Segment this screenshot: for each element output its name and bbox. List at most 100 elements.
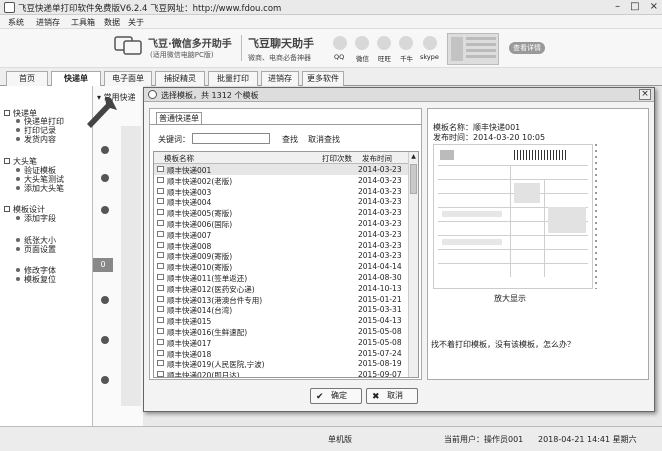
- row-publish-date: 2014-03-23: [358, 251, 402, 261]
- row-publish-date: 2015-07-24: [358, 348, 402, 358]
- qianniu-label: 千牛: [400, 55, 413, 63]
- minimize-icon[interactable]: –: [615, 1, 620, 12]
- tab-more-software[interactable]: 更多软件: [302, 71, 344, 86]
- sidebar-item-reset-template[interactable]: 模板复位: [24, 274, 56, 285]
- keyword-input[interactable]: [192, 133, 270, 144]
- promo2-title[interactable]: 飞豆聊天助手: [248, 35, 314, 51]
- menu-toolbox[interactable]: 工具箱: [71, 17, 95, 28]
- template-file-icon: [157, 338, 164, 345]
- barcode-icon: [514, 150, 566, 160]
- tree-toggle-icon[interactable]: [4, 206, 10, 212]
- row-publish-date: 2014-08-30: [358, 273, 402, 282]
- tab-home[interactable]: 首页: [6, 71, 48, 86]
- table-row[interactable]: 顺丰快递007 2014-03-23: [154, 229, 408, 240]
- row-publish-date: 2015-08-19: [358, 359, 402, 369]
- check-icon: ✔: [316, 392, 324, 402]
- sidebar-item-add-field[interactable]: 添加字段: [24, 213, 56, 224]
- tab-inventory[interactable]: 进销存: [261, 71, 299, 86]
- column-print-count[interactable]: 打印次数: [322, 153, 352, 164]
- sidebar: 快递单 快递单打印 打印记录 发货内容 大头笔 验证模板 大头笔测试 添加大头笔…: [0, 86, 93, 426]
- template-preview-strip: ▾ 常用快递 0: [93, 86, 143, 426]
- template-file-icon: [157, 263, 164, 270]
- promo1-subtitle: (适用微信电脑PC版): [150, 51, 214, 59]
- table-row[interactable]: 顺丰快递010(寄版) 2014-04-14: [154, 261, 408, 272]
- template-file-icon: [157, 209, 164, 216]
- window-title: 飞豆快递单打印软件免费版V6.2.4 飞豆网址：http://www.fdou.…: [18, 4, 282, 14]
- publish-time-label: 发布时间：2014-03-20 10:05: [433, 133, 546, 142]
- skype-icon: [423, 36, 437, 50]
- dialog-title-bar[interactable]: 选择模板，共 1312 个模板 ×: [144, 88, 654, 102]
- table-row[interactable]: 顺丰快递017 2015-05-08: [154, 337, 408, 348]
- details-button[interactable]: 查看详情: [509, 42, 545, 54]
- table-row[interactable]: 顺丰快递011(签单返还) 2014-08-30: [154, 272, 408, 283]
- row-publish-date: 2014-03-23: [358, 186, 402, 196]
- table-row[interactable]: 顺丰快递014(台湾) 2015-03-31: [154, 304, 408, 315]
- scrollbar-thumb[interactable]: [410, 164, 417, 194]
- row-template-name: 顺丰快递020(即日达): [167, 371, 240, 378]
- menu-about[interactable]: 关于: [128, 17, 144, 28]
- template-file-icon: [157, 241, 164, 248]
- menu-system[interactable]: 系统: [8, 17, 24, 28]
- table-row[interactable]: 顺丰快递015 2015-04-13: [154, 315, 408, 326]
- cancel-button[interactable]: ✖ 取消: [366, 388, 418, 404]
- promo1-title[interactable]: 飞豆·微信多开助手: [148, 35, 232, 50]
- wangwang-label: 旺旺: [378, 55, 391, 63]
- column-name[interactable]: 模板名称: [164, 153, 194, 164]
- maximize-icon[interactable]: □: [630, 1, 639, 12]
- column-publish-time[interactable]: 发布时间: [362, 153, 392, 164]
- list-scrollbar[interactable]: ▲: [408, 152, 418, 377]
- table-row[interactable]: 顺丰快递012(医药安心递) 2014-10-13: [154, 283, 408, 294]
- table-row[interactable]: 顺丰快递016(生鲜速配) 2015-05-08: [154, 326, 408, 337]
- qianniu-icon: [399, 36, 413, 50]
- table-row[interactable]: 顺丰快递020(即日达) 2015-09-07: [154, 369, 408, 378]
- ad-banner: 飞豆·微信多开助手 (适用微信电脑PC版) 飞豆聊天助手 微商、电商必备神器 Q…: [0, 29, 662, 68]
- tab-express[interactable]: 快递单: [51, 71, 101, 87]
- close-icon[interactable]: ×: [650, 1, 658, 12]
- table-row[interactable]: 顺丰快递001 2014-03-23: [154, 164, 408, 175]
- table-row[interactable]: 顺丰快递004 2014-03-23: [154, 196, 408, 207]
- wangwang-icon: [377, 36, 391, 50]
- template-file-icon: [157, 349, 164, 356]
- scroll-up-icon[interactable]: ▲: [410, 153, 417, 161]
- search-button[interactable]: 查找: [282, 134, 298, 145]
- dialog-close-button[interactable]: ×: [639, 89, 651, 100]
- row-publish-date: 2015-05-08: [358, 327, 402, 336]
- sf-logo-icon: [440, 150, 454, 160]
- tree-toggle-icon[interactable]: [4, 110, 10, 116]
- tab-capture[interactable]: 捕捉精灵: [155, 71, 205, 86]
- table-row[interactable]: 顺丰快递019(人民医院,宁波) 2015-08-19: [154, 358, 408, 369]
- menu-inventory[interactable]: 进销存: [36, 17, 60, 28]
- sidebar-item-page-setup[interactable]: 页面设置: [24, 244, 56, 255]
- row-publish-date: 2014-03-23: [358, 219, 402, 228]
- status-bar: 单机版 当前用户：操作员001 2018-04-21 14:41 星期六: [0, 426, 662, 451]
- template-preview-image[interactable]: [433, 144, 593, 289]
- tree-toggle-icon[interactable]: [4, 158, 10, 164]
- dialog-icon: [148, 90, 157, 99]
- tab-batch-print[interactable]: 批量打印: [208, 71, 258, 86]
- wechat-label: 微信: [356, 55, 369, 63]
- row-publish-date: 2015-04-13: [358, 316, 402, 326]
- ok-button[interactable]: ✔ 确定: [310, 388, 362, 404]
- table-row[interactable]: 顺丰快递018 2015-07-24: [154, 348, 408, 359]
- table-row[interactable]: 顺丰快递006(国际) 2014-03-23: [154, 218, 408, 229]
- tab-electronic[interactable]: 电子面单: [104, 71, 152, 86]
- sidebar-item-shipment-content[interactable]: 发货内容: [24, 134, 56, 145]
- table-row[interactable]: 顺丰快递002(老版) 2014-03-23: [154, 175, 408, 186]
- qq-icon: [333, 36, 347, 50]
- row-publish-date: 2014-03-23: [358, 165, 402, 174]
- table-row[interactable]: 顺丰快递009(寄版) 2014-03-23: [154, 250, 408, 261]
- table-row[interactable]: 顺丰快递005(寄版) 2014-03-23: [154, 207, 408, 218]
- enlarge-link[interactable]: 放大显示: [494, 293, 526, 304]
- table-row[interactable]: 顺丰快递008 2014-03-23: [154, 240, 408, 251]
- menu-data[interactable]: 数据: [104, 17, 120, 28]
- sidebar-item-add-marker[interactable]: 添加大头笔: [24, 183, 64, 194]
- table-row[interactable]: 顺丰快递013(港澳台件专用) 2015-01-21: [154, 294, 408, 305]
- missing-template-hint[interactable]: 找不着打印模板，没有该模板，怎么办？: [431, 339, 575, 350]
- row-publish-date: 2014-04-14: [358, 262, 402, 272]
- cancel-search-button[interactable]: 取消查找: [308, 134, 340, 145]
- dialog-title: 选择模板，共 1312 个模板: [161, 91, 259, 100]
- template-file-icon: [157, 252, 164, 259]
- template-file-icon: [157, 284, 164, 291]
- table-row[interactable]: 顺丰快递003 2014-03-23: [154, 186, 408, 197]
- template-file-icon: [157, 230, 164, 237]
